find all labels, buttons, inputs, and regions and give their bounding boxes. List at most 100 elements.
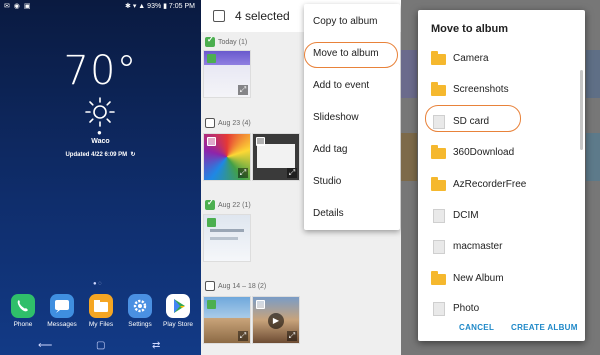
menu-add-tag[interactable]: Add tag: [313, 144, 347, 155]
menu-studio[interactable]: Studio: [313, 176, 341, 187]
status-indicators: ✱ ▾ ▲ 93% ▮ 7:05 PM: [125, 3, 195, 10]
folder-icon: [89, 294, 113, 318]
album-name: DCIM: [453, 210, 479, 221]
album-name: SD card: [453, 116, 490, 127]
app-label: Play Store: [163, 321, 193, 328]
home-screen: ✉ ◉ ▣ ✱ ▾ ▲ 93% ▮ 7:05 PM 70° ● Waco Upd…: [0, 0, 201, 355]
context-menu: Copy to album Move to album Add to event…: [304, 4, 400, 230]
app-phone[interactable]: Phone: [5, 294, 41, 328]
folder-icon: [431, 177, 446, 191]
app-settings[interactable]: Settings: [122, 294, 158, 328]
folder-icon: [431, 271, 446, 285]
app-my-files[interactable]: My Files: [83, 294, 119, 328]
album-name: AzRecorderFree: [453, 179, 527, 190]
background-thumbnail: [401, 50, 417, 98]
photo-thumbnail[interactable]: [203, 214, 251, 262]
expand-icon[interactable]: ⤢: [287, 331, 297, 341]
album-name: macmaster: [453, 241, 503, 252]
album-name: 360Download: [453, 147, 515, 158]
date-group-header[interactable]: Aug 22 (1): [205, 198, 251, 210]
photo-thumbnail[interactable]: ⤢: [203, 133, 251, 181]
create-album-button[interactable]: CREATE ALBUM: [511, 323, 578, 332]
photo-thumbnail[interactable]: ▶ ⤢: [252, 296, 300, 344]
expand-icon[interactable]: ⤢: [238, 85, 248, 95]
group-date: Aug 23 (4): [218, 119, 251, 127]
album-name: Photo: [453, 303, 480, 314]
menu-move-to-album[interactable]: Move to album: [313, 48, 379, 59]
photo-thumbnail[interactable]: ⤢: [203, 50, 251, 98]
app-label: Settings: [128, 321, 152, 328]
status-bar: ✉ ◉ ▣ ✱ ▾ ▲ 93% ▮ 7:05 PM: [0, 0, 201, 12]
app-play-store[interactable]: Play Store: [160, 294, 196, 328]
date-group-header[interactable]: Aug 23 (4): [205, 118, 251, 128]
group-checkbox[interactable]: [205, 35, 215, 47]
app-label: Phone: [13, 321, 33, 328]
expand-icon[interactable]: ⤢: [238, 168, 248, 178]
dialog-title: Move to album: [431, 23, 509, 35]
background-thumbnail: [586, 50, 600, 98]
menu-slideshow[interactable]: Slideshow: [313, 112, 359, 123]
group-checkbox[interactable]: [205, 281, 215, 291]
weather-temperature[interactable]: 70°: [0, 48, 201, 94]
selected-count: 4 selected: [235, 9, 290, 23]
album-name: Screenshots: [453, 84, 509, 95]
gallery-screen: 4 selected Today (1) ⤢ Aug 23 (4) ⤢ ⤢ Au…: [201, 0, 401, 355]
back-button[interactable]: ⟵: [38, 340, 52, 351]
date-group-header[interactable]: Today (1): [205, 35, 248, 47]
photo-thumbnail[interactable]: ⤢: [203, 296, 251, 344]
photo-checkbox[interactable]: [256, 300, 265, 309]
group-date: Today (1): [218, 38, 248, 46]
expand-icon[interactable]: ⤢: [238, 331, 248, 341]
menu-details[interactable]: Details: [313, 208, 344, 219]
file-icon: [433, 240, 445, 254]
weather-city: Waco: [91, 138, 110, 145]
play-icon[interactable]: ▶: [268, 313, 284, 329]
photo-checkbox[interactable]: [207, 137, 216, 146]
weather-updated-text: Updated 4/22 6:09 PM: [65, 152, 128, 158]
weather-updated[interactable]: Updated 4/22 6:09 PM ↻: [0, 151, 201, 158]
group-checkbox[interactable]: [205, 118, 215, 128]
file-icon: [433, 302, 445, 316]
gear-icon: [128, 294, 152, 318]
phone-icon: [11, 294, 35, 318]
nav-bar: ⟵ ▢ ⇄: [0, 338, 201, 355]
app-messages[interactable]: Messages: [44, 294, 80, 328]
background-thumbnail: [586, 133, 600, 181]
folder-icon: [431, 51, 446, 65]
move-to-album-dialog: Move to album Camera Screenshots SD card…: [418, 10, 585, 341]
date-group-header[interactable]: Aug 14 – 18 (2): [205, 281, 266, 291]
refresh-icon[interactable]: ↻: [129, 152, 135, 158]
scrollbar[interactable]: [580, 70, 583, 150]
menu-copy-to-album[interactable]: Copy to album: [313, 16, 377, 27]
photo-thumbnail[interactable]: ⤢: [252, 133, 300, 181]
sun-icon: [85, 97, 115, 127]
messages-icon: [50, 294, 74, 318]
folder-icon: [431, 145, 446, 159]
select-all-checkbox[interactable]: [213, 10, 225, 22]
photo-checkbox[interactable]: [256, 137, 265, 146]
home-button[interactable]: ▢: [96, 340, 105, 351]
folder-icon: [431, 82, 446, 96]
photo-checkbox[interactable]: [207, 54, 216, 63]
photo-checkbox[interactable]: [207, 300, 216, 309]
album-name: New Album: [453, 273, 504, 284]
file-icon: [433, 115, 445, 129]
app-label: My Files: [88, 321, 114, 328]
play-store-icon: [166, 294, 190, 318]
album-name: Camera: [453, 53, 489, 64]
background-thumbnail: [401, 133, 417, 181]
page-indicator: ● ◌: [93, 281, 102, 287]
photo-checkbox[interactable]: [207, 218, 216, 227]
cancel-button[interactable]: CANCEL: [459, 323, 494, 332]
status-notifications: ✉ ◉ ▣: [4, 3, 32, 10]
location-pin-icon: ●: [97, 128, 102, 137]
menu-add-to-event[interactable]: Add to event: [313, 80, 369, 91]
group-checkbox[interactable]: [205, 198, 215, 210]
group-date: Aug 22 (1): [218, 201, 251, 209]
file-icon: [433, 209, 445, 223]
expand-icon[interactable]: ⤢: [287, 168, 297, 178]
app-label: Messages: [47, 321, 77, 328]
group-date: Aug 14 – 18 (2): [218, 282, 267, 290]
move-dialog-screen: Move to album Camera Screenshots SD card…: [401, 0, 600, 355]
recents-button[interactable]: ⇄: [152, 340, 160, 351]
